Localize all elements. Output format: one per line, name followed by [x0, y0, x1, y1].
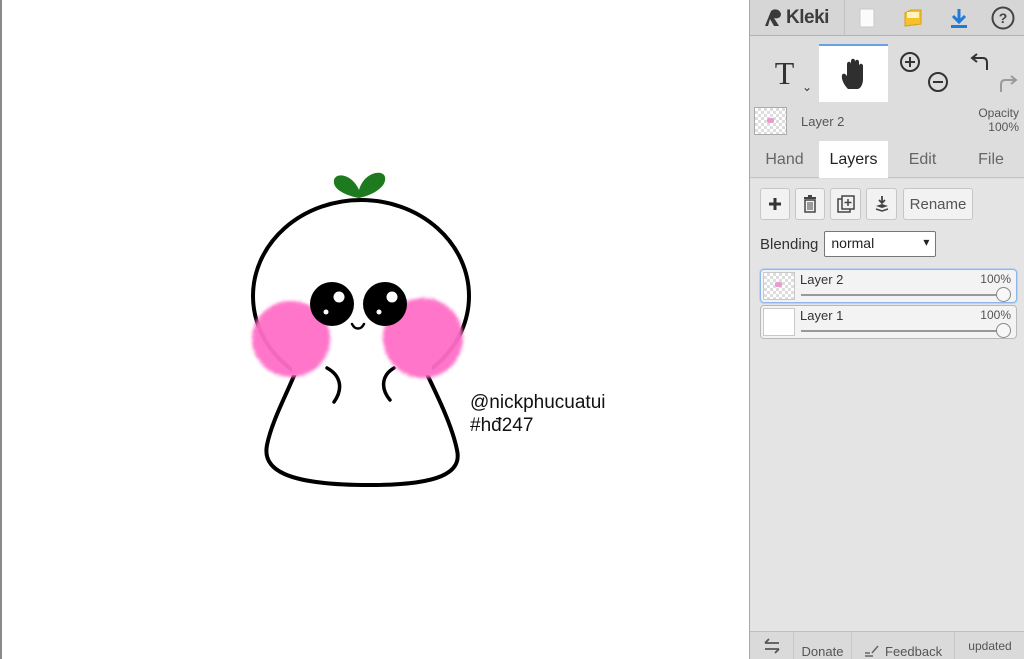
chevron-down-icon[interactable]: ⌄ — [802, 80, 812, 94]
add-layer-button[interactable] — [760, 188, 790, 220]
download-button[interactable] — [936, 0, 982, 36]
zoom-out-icon[interactable] — [926, 70, 950, 94]
feedback-label: Feedback — [885, 643, 943, 659]
ghost-character — [251, 172, 471, 488]
kleki-logo[interactable]: Kleki — [762, 4, 829, 32]
layer-opacity-track[interactable] — [801, 330, 1002, 332]
app-name: Kleki — [786, 7, 829, 28]
right-eye — [363, 282, 407, 326]
layer-thumbnail — [763, 272, 795, 300]
updated-link[interactable]: updated — [955, 632, 1024, 659]
body-outline — [264, 364, 460, 488]
duplicate-layer-icon — [836, 195, 855, 213]
blending-select[interactable]: normal ▾ — [824, 231, 937, 257]
help-icon: ? — [991, 6, 1015, 30]
delete-layer-icon — [804, 195, 816, 213]
import-image-icon — [904, 9, 922, 27]
swap-side-button[interactable] — [750, 632, 794, 659]
canvas-drawing — [251, 172, 471, 488]
layer-opacity-slider-handle[interactable] — [996, 323, 1011, 338]
tab-edit[interactable]: Edit — [888, 141, 957, 178]
help-button[interactable]: ? — [980, 0, 1024, 36]
opacity-value: 100% — [988, 120, 1019, 134]
layer-row-layer-1[interactable]: Layer 1 100% — [760, 305, 1017, 339]
rename-layer-button[interactable]: Rename — [903, 188, 973, 220]
current-layer-opacity: Opacity 100% — [978, 106, 1019, 134]
drawing-canvas[interactable]: @nickphucuatui #hđ247 — [0, 0, 749, 659]
layer-name: Layer 2 — [800, 272, 844, 287]
tab-layers[interactable]: Layers — [819, 141, 888, 178]
tab-file[interactable]: File — [957, 141, 1024, 178]
new-file-button[interactable] — [844, 0, 890, 36]
delete-layer-button[interactable] — [795, 188, 825, 220]
merge-down-icon — [875, 196, 888, 212]
current-layer-preview: Layer 2 Opacity 100% — [750, 103, 1024, 139]
blending-label: Blending — [760, 235, 819, 253]
feedback-link[interactable]: Feedback — [852, 632, 955, 659]
sprout-leaf-left — [333, 175, 359, 198]
layer-opacity-slider-handle[interactable] — [996, 287, 1011, 302]
sprout-leaf-right — [359, 172, 386, 198]
history-buttons — [957, 44, 1024, 102]
layers-panel: Rename Blending normal ▾ Layer 2 100% La… — [750, 179, 1024, 631]
new-file-icon — [859, 8, 875, 28]
undo-icon[interactable] — [969, 50, 993, 72]
text-tool-icon: T — [774, 54, 795, 91]
layer-opacity: 100% — [980, 272, 1011, 286]
current-layer-name: Layer 2 — [801, 114, 845, 129]
panel-tabs: Hand Layers Edit File — [750, 141, 1024, 178]
blending-row: Blending normal ▾ — [760, 231, 937, 257]
tool-row: T ⌄ — [750, 44, 1024, 102]
zoom-buttons — [888, 44, 957, 102]
bottom-bar: Donate Feedback updated — [750, 631, 1024, 659]
hand-tool-button[interactable] — [819, 44, 888, 102]
blending-value: normal — [831, 235, 875, 251]
svg-text:?: ? — [999, 10, 1008, 26]
kleki-logo-icon — [765, 9, 781, 26]
duplicate-layer-button[interactable] — [830, 188, 861, 220]
layer-row-layer-2[interactable]: Layer 2 100% — [760, 269, 1017, 303]
canvas-text-handle: @nickphucuatui — [470, 392, 606, 413]
top-toolbar: Kleki ? — [750, 0, 1024, 36]
chevron-down-icon: ▾ — [923, 235, 930, 249]
opacity-label: Opacity — [978, 106, 1019, 120]
add-layer-icon — [769, 198, 781, 210]
layer-opacity: 100% — [980, 308, 1011, 322]
donate-link[interactable]: Donate — [794, 632, 852, 659]
layer-thumbnail — [763, 308, 795, 336]
download-icon — [951, 9, 967, 28]
left-eye — [310, 282, 354, 326]
swap-arrows-icon — [763, 638, 780, 654]
redo-icon[interactable] — [995, 72, 1019, 94]
feedback-pen-icon — [865, 645, 879, 657]
layer-name: Layer 1 — [800, 308, 844, 323]
merge-down-button[interactable] — [866, 188, 897, 220]
text-tool-button[interactable]: T ⌄ — [750, 44, 819, 102]
tab-hand[interactable]: Hand — [750, 141, 819, 178]
hand-icon — [841, 58, 863, 89]
tool-sidebar: Kleki ? T ⌄ Layer 2 Opacity 100% Hand La… — [749, 0, 1024, 659]
import-image-button[interactable] — [890, 0, 936, 36]
layer-opacity-track[interactable] — [801, 294, 1002, 296]
canvas-text-hashtag: #hđ247 — [470, 415, 534, 436]
current-layer-thumbnail — [754, 107, 787, 135]
